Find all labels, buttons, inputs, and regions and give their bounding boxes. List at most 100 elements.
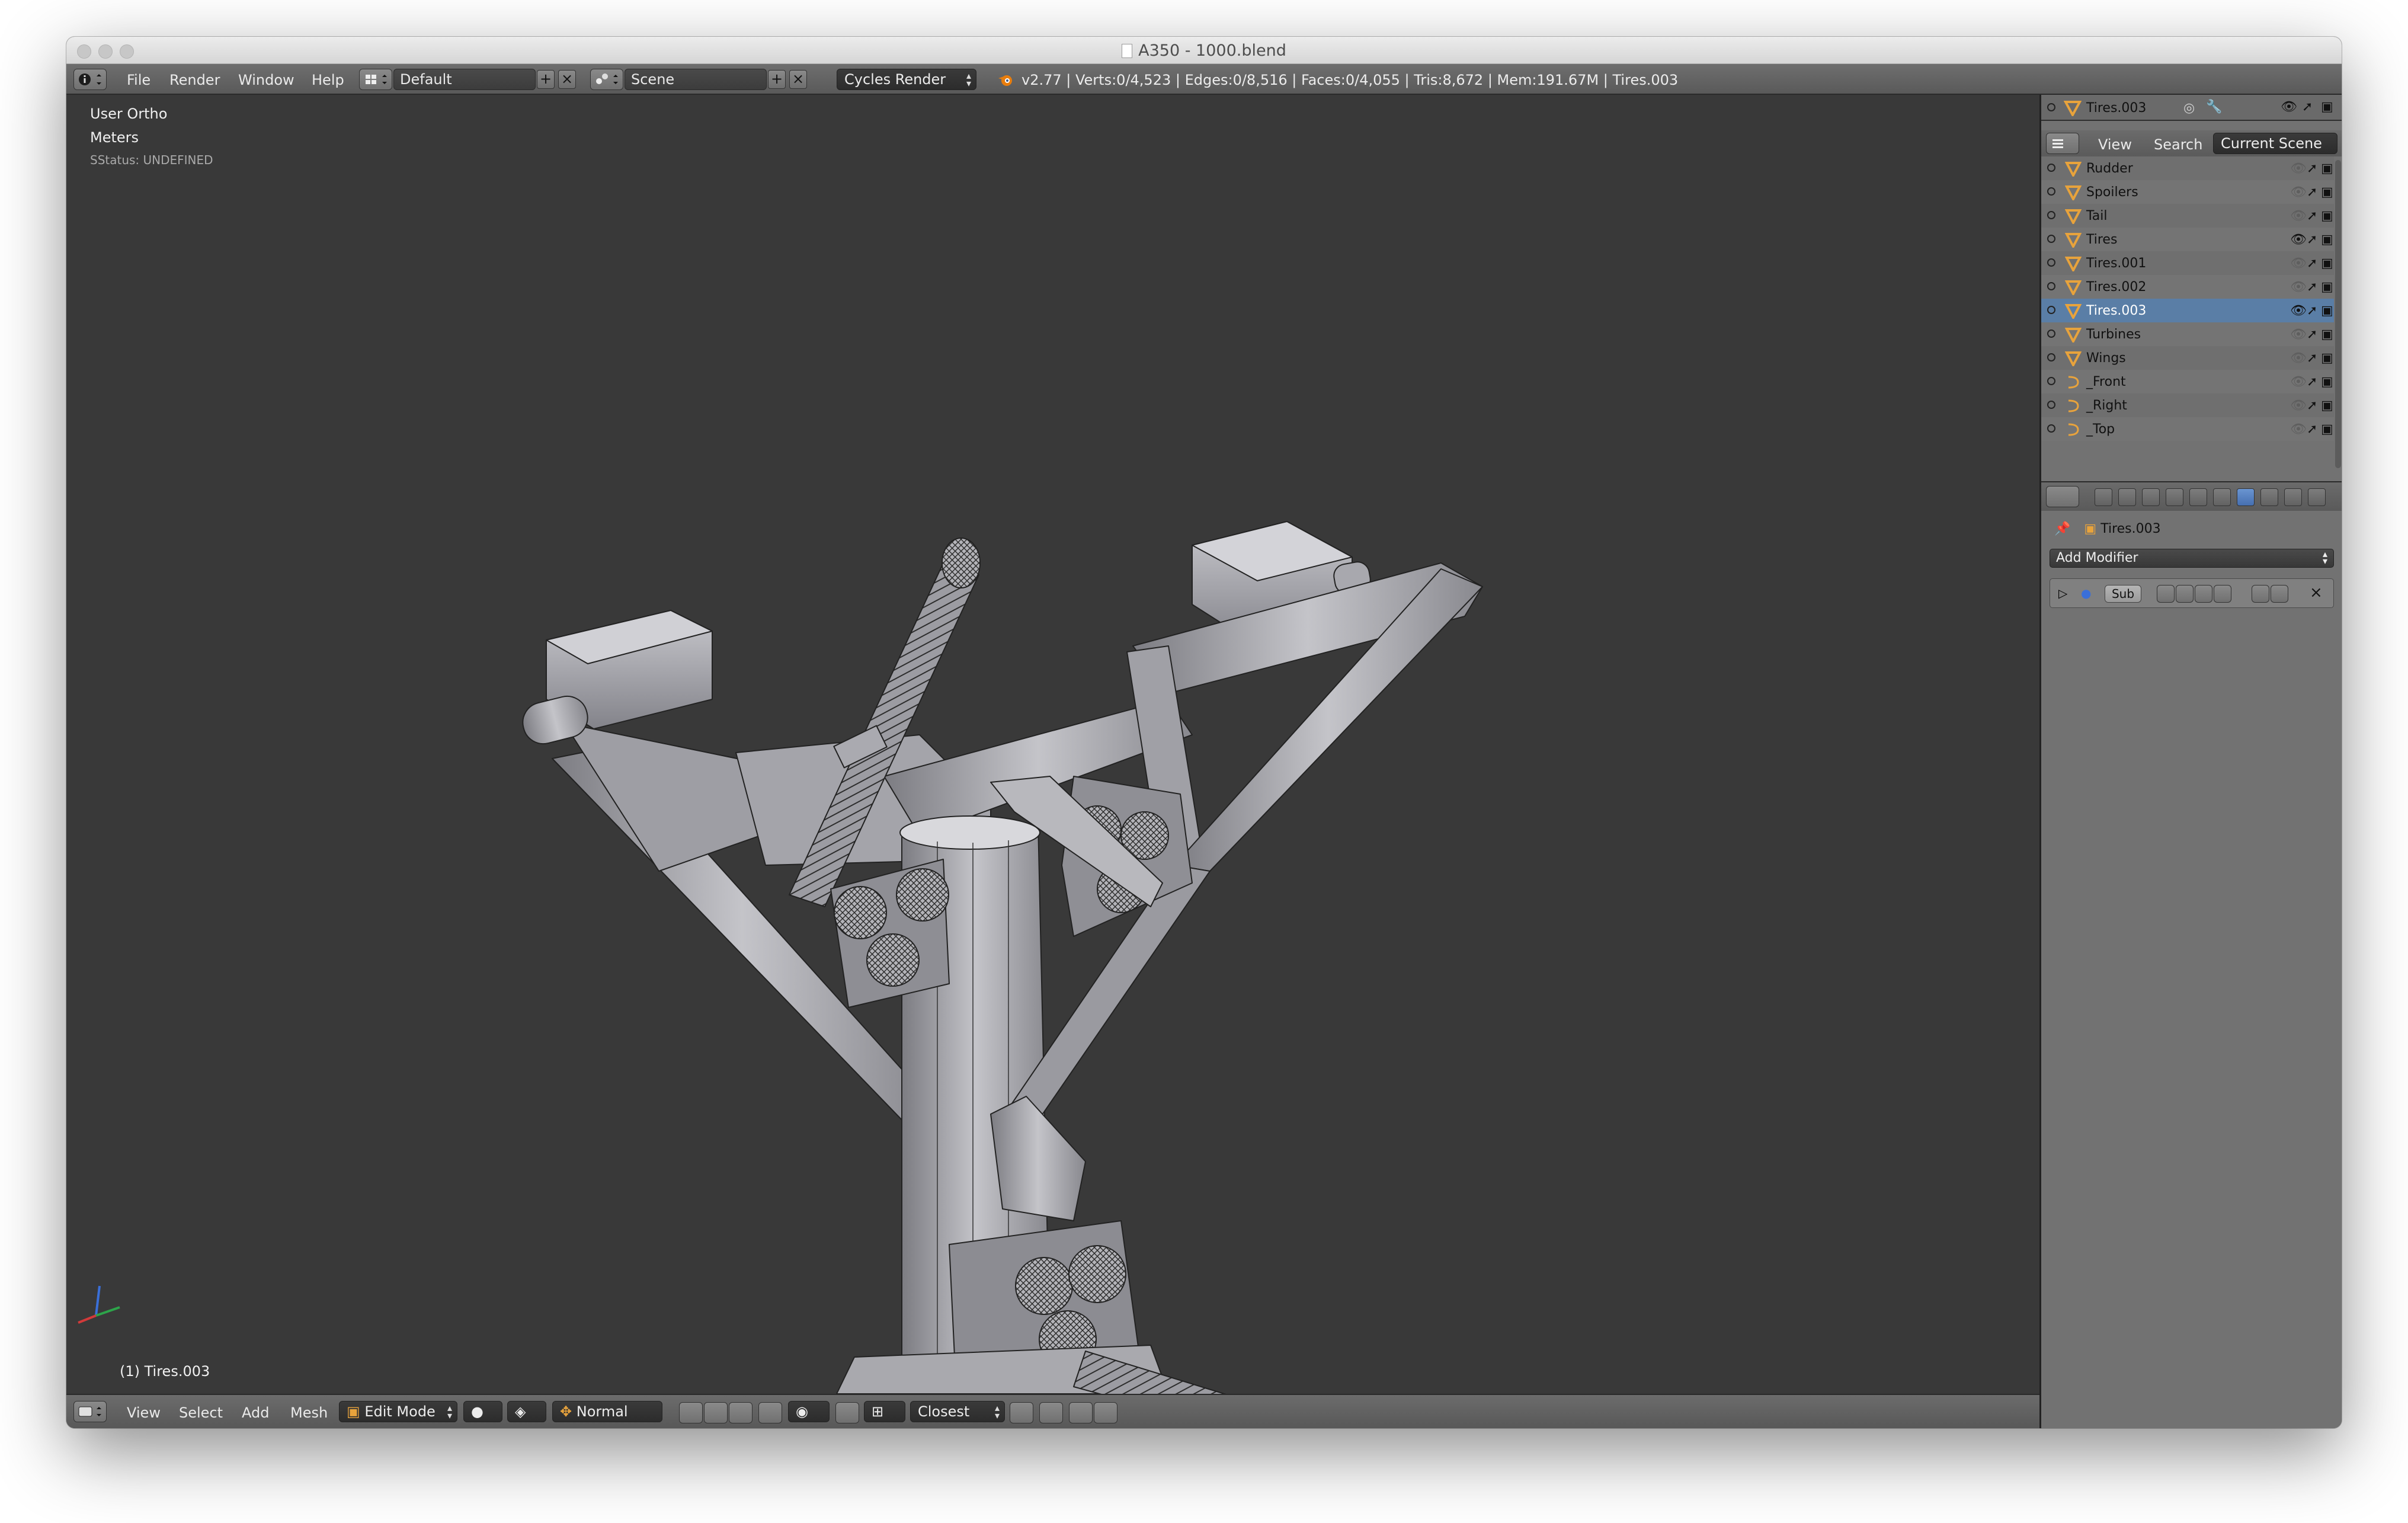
properties-editor-type-button[interactable] [2046, 486, 2079, 507]
snap-element-dropdown[interactable]: ⊞ [864, 1401, 905, 1422]
renderable-camera-icon[interactable]: ▣ [2321, 232, 2334, 247]
texture-tab-icon[interactable] [2308, 488, 2326, 506]
expand-icon[interactable] [2047, 187, 2055, 196]
menu-file[interactable]: File [127, 72, 150, 88]
collapse-arrow-icon[interactable]: ▷ [2058, 586, 2067, 600]
selectable-cursor-icon[interactable]: ➚ [2307, 161, 2321, 176]
selectable-cursor-icon[interactable]: ➚ [2307, 422, 2321, 437]
render-layers-tab-icon[interactable] [2118, 488, 2136, 506]
renderable-camera-icon[interactable]: ▣ [2321, 327, 2334, 342]
selectable-cursor-icon[interactable]: ➚ [2307, 351, 2321, 366]
selectable-cursor-icon[interactable]: ➚ [2307, 327, 2321, 342]
renderable-camera-icon[interactable]: ▣ [2321, 398, 2334, 413]
scene-browse-button[interactable] [590, 69, 623, 90]
outliner-item[interactable]: _Right 👁 ➚ ▣ [2041, 393, 2334, 417]
visibility-eye-icon[interactable]: 👁 [2290, 209, 2307, 223]
selectable-cursor-icon[interactable]: ➚ [2302, 100, 2313, 114]
visibility-eye-icon[interactable]: 👁 [2290, 351, 2307, 366]
screen-layout-field[interactable]: Default [393, 69, 536, 90]
visibility-eye-icon[interactable]: 👁 [2281, 100, 2297, 114]
outliner-active-row[interactable]: Tires.003 ◎ 🔧 👁 ➚ ▣ [2041, 95, 2342, 121]
outliner-scrollbar[interactable] [2335, 160, 2341, 468]
visibility-eye-icon[interactable]: 👁 [2290, 256, 2307, 271]
selectable-cursor-icon[interactable]: ➚ [2307, 375, 2321, 389]
remove-modifier-icon[interactable]: × [2310, 584, 2323, 601]
add-screen-button[interactable]: + [537, 70, 555, 89]
renderable-camera-icon[interactable]: ▣ [2321, 256, 2334, 271]
expand-icon[interactable] [2047, 282, 2055, 290]
menu-help[interactable]: Help [312, 72, 344, 88]
landing-gear-mesh[interactable] [66, 95, 2039, 1394]
visibility-eye-icon[interactable]: 👁 [2290, 185, 2307, 200]
vertex-select-button[interactable] [679, 1402, 703, 1423]
outliner-item[interactable]: Wings 👁 ➚ ▣ [2041, 346, 2334, 370]
visibility-eye-icon[interactable]: 👁 [2290, 375, 2307, 389]
expand-icon[interactable] [2047, 329, 2055, 338]
render-engine-dropdown[interactable]: Cycles Render ▴ ▾ [837, 69, 976, 90]
menu-view[interactable]: View [127, 1404, 161, 1421]
pin-icon[interactable]: 📌 [2054, 521, 2070, 536]
snap-target-dropdown[interactable]: Closest ▴ ▾ [910, 1401, 1005, 1422]
show-editmode-toggle[interactable] [2195, 585, 2212, 603]
renderable-camera-icon[interactable]: ▣ [2321, 303, 2334, 318]
visibility-eye-icon[interactable]: 👁 [2290, 327, 2307, 342]
expand-icon[interactable] [2047, 235, 2055, 243]
outliner-item[interactable]: Spoilers 👁 ➚ ▣ [2041, 180, 2334, 204]
outliner-item[interactable]: Tires 👁 ➚ ▣ [2041, 228, 2334, 251]
renderable-camera-icon[interactable]: ▣ [2321, 161, 2334, 176]
render-preview-button[interactable] [1039, 1402, 1063, 1423]
outliner-tab-view[interactable]: View [2098, 136, 2132, 153]
renderable-camera-icon[interactable]: ▣ [2321, 209, 2334, 223]
modifiers-tab-icon[interactable] [2237, 488, 2255, 506]
scene-field[interactable]: Scene [625, 69, 767, 90]
outliner-item[interactable]: Tail 👁 ➚ ▣ [2041, 204, 2334, 228]
renderable-camera-icon[interactable]: ▣ [2321, 375, 2334, 389]
screen-layout-browse-button[interactable] [359, 69, 392, 90]
outliner-item[interactable]: Tires.003 👁 ➚ ▣ [2041, 299, 2334, 322]
outliner-tab-search[interactable]: Search [2154, 136, 2202, 153]
selectable-cursor-icon[interactable]: ➚ [2307, 398, 2321, 413]
outliner-item[interactable]: Tires.001 👁 ➚ ▣ [2041, 251, 2334, 275]
render-tab-icon[interactable] [2095, 488, 2112, 506]
selectable-cursor-icon[interactable]: ➚ [2307, 303, 2321, 318]
3d-viewport[interactable]: User Ortho Meters SStatus: UNDEFINED (1)… [66, 95, 2039, 1394]
modifier-name-field[interactable]: Sub [2105, 585, 2141, 603]
expand-icon[interactable] [2047, 377, 2055, 385]
outliner-item[interactable]: Rudder 👁 ➚ ▣ [2041, 156, 2334, 180]
snap-options-button[interactable] [1010, 1402, 1033, 1423]
expand-icon[interactable] [2047, 306, 2055, 314]
outliner-item[interactable]: _Top 👁 ➚ ▣ [2041, 417, 2334, 441]
data-tab-icon[interactable] [2260, 488, 2278, 506]
selectable-cursor-icon[interactable]: ➚ [2307, 185, 2321, 200]
menu-render[interactable]: Render [169, 72, 220, 88]
expand-icon[interactable] [2047, 258, 2055, 267]
renderable-camera-icon[interactable]: ▣ [2321, 351, 2334, 366]
menu-window[interactable]: Window [238, 72, 294, 88]
outliner-item[interactable]: _Front 👁 ➚ ▣ [2041, 370, 2334, 393]
mode-dropdown[interactable]: ▣ Edit Mode ▴ ▾ [339, 1401, 457, 1422]
outliner-editor-type-button[interactable] [2046, 133, 2079, 154]
remove-screen-button[interactable]: × [558, 70, 576, 89]
expand-icon[interactable] [2047, 211, 2055, 219]
editor-type-3d-button[interactable] [73, 1401, 107, 1422]
constraints-tab-icon[interactable] [2213, 488, 2231, 506]
show-viewport-toggle[interactable] [2176, 585, 2194, 603]
face-select-button[interactable] [729, 1402, 752, 1423]
visibility-eye-icon[interactable]: 👁 [2290, 303, 2307, 318]
visibility-eye-icon[interactable]: 👁 [2290, 232, 2307, 247]
menu-mesh[interactable]: Mesh [290, 1404, 328, 1421]
add-modifier-dropdown[interactable]: Add Modifier ▴ ▾ [2050, 549, 2334, 568]
material-tab-icon[interactable] [2284, 488, 2302, 506]
transform-orientation-dropdown[interactable]: ✥ Normal [552, 1401, 662, 1422]
expand-icon[interactable] [2047, 103, 2055, 111]
show-on-cage-toggle[interactable] [2214, 585, 2231, 603]
move-up-button[interactable] [2252, 585, 2269, 603]
selectable-cursor-icon[interactable]: ➚ [2307, 232, 2321, 247]
renderable-camera-icon[interactable]: ▣ [2321, 185, 2334, 200]
show-render-toggle[interactable] [2157, 585, 2175, 603]
visibility-eye-icon[interactable]: 👁 [2290, 161, 2307, 176]
opengl-animation-button[interactable] [1094, 1402, 1117, 1423]
expand-icon[interactable] [2047, 424, 2055, 433]
remove-scene-button[interactable]: × [789, 70, 807, 89]
add-scene-button[interactable]: + [768, 70, 786, 89]
